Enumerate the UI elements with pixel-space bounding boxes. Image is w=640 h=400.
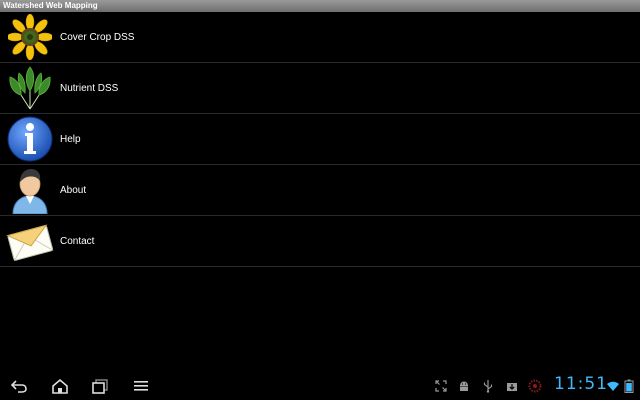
envelope-icon [6, 217, 54, 265]
menu-item-label: Help [60, 133, 81, 145]
usb-icon [481, 378, 495, 394]
main-menu: Cover Crop DSS Nutrient DSS Help About C… [0, 12, 640, 267]
system-nav-bar: 11:51 [0, 372, 640, 400]
sunflower-icon [6, 13, 54, 61]
download-icon [505, 378, 519, 394]
menu-icon [134, 381, 148, 391]
menu-item-help[interactable]: Help [0, 114, 640, 165]
plant-leaves-icon [6, 64, 54, 112]
android-debug-icon [457, 378, 471, 394]
menu-item-label: Contact [60, 235, 95, 247]
menu-item-nutrient-dss[interactable]: Nutrient DSS [0, 63, 640, 114]
app-title: Watershed Web Mapping [3, 1, 98, 10]
back-icon [10, 380, 27, 393]
app-title-bar: Watershed Web Mapping [0, 0, 640, 12]
menu-item-about[interactable]: About [0, 165, 640, 216]
home-icon [52, 378, 68, 394]
wifi-icon [606, 378, 620, 394]
menu-item-label: Nutrient DSS [60, 82, 119, 94]
menu-item-cover-crop-dss[interactable]: Cover Crop DSS [0, 12, 640, 63]
menu-item-label: About [60, 184, 87, 196]
battery-icon [622, 378, 636, 394]
home-button[interactable] [49, 376, 71, 396]
screen-expand-icon[interactable] [434, 378, 448, 394]
person-icon [6, 166, 54, 214]
menu-item-contact[interactable]: Contact [0, 216, 640, 267]
recent-apps-icon [92, 379, 108, 394]
back-button[interactable] [8, 376, 30, 396]
recent-apps-button[interactable] [89, 376, 111, 396]
menu-button[interactable] [130, 376, 152, 396]
dotted-circle-icon [528, 378, 542, 394]
info-icon [6, 115, 54, 163]
clock[interactable]: 11:51 [554, 374, 608, 394]
menu-item-label: Cover Crop DSS [60, 31, 135, 43]
